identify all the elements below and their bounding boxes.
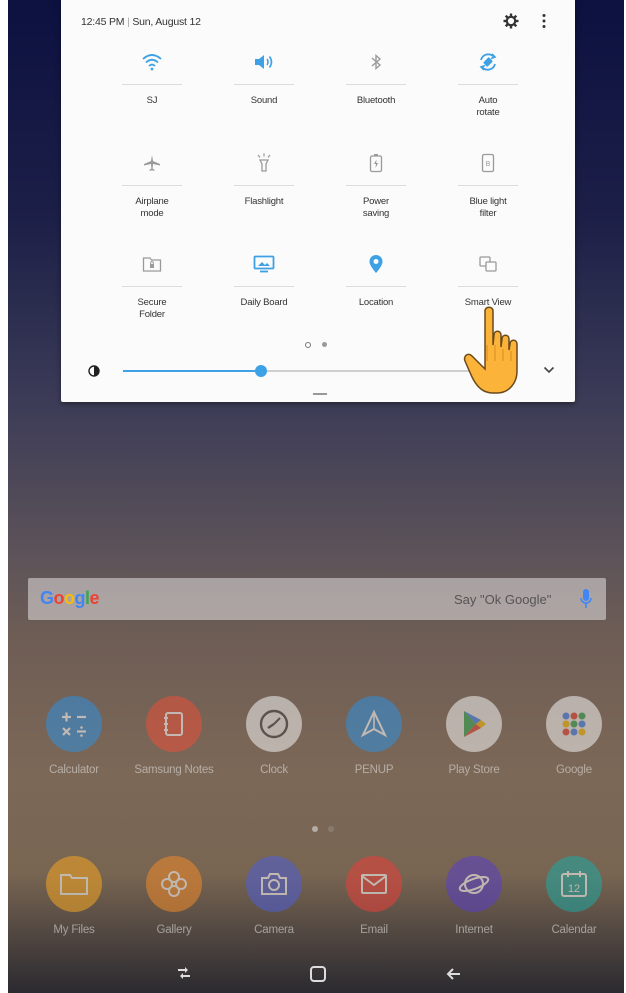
- play-store-icon: [464, 711, 486, 737]
- brightness-slider-fill: [123, 370, 262, 372]
- app-label: Internet: [455, 924, 493, 936]
- camera-icon: [261, 873, 287, 895]
- tile-label: Flashlight: [244, 196, 284, 207]
- status-time: 12:45 PM: [81, 16, 125, 28]
- tile-label: Sound: [250, 95, 278, 106]
- clock-icon: [259, 709, 289, 739]
- home-page-indicator: [312, 826, 342, 834]
- notes-icon: [164, 712, 183, 736]
- brightness-slider-thumb[interactable]: [255, 365, 268, 377]
- device-screen: 12:45 PM | Sun, August 12 SJ Sound Bluet…: [8, 0, 624, 993]
- email-icon: [361, 874, 387, 894]
- app-label: Google: [556, 764, 592, 776]
- daily-board-icon: [253, 255, 275, 273]
- quick-settings-grid: SJ Sound Bluetooth Auto rotate Airplane …: [96, 38, 546, 338]
- recent-apps-icon[interactable]: [174, 965, 194, 983]
- tile-sound[interactable]: Sound: [208, 38, 320, 139]
- wifi-icon: [142, 54, 162, 71]
- tile-secure-folder[interactable]: Secure Folder: [96, 240, 208, 341]
- tap-hand-icon: [463, 306, 518, 394]
- blue-light-icon: B: [481, 153, 495, 173]
- app-label: Email: [360, 924, 388, 936]
- location-icon: [369, 255, 383, 273]
- tile-airplane-mode[interactable]: Airplane mode: [96, 139, 208, 240]
- tile-blue-light-filter[interactable]: B Blue light filter: [432, 139, 544, 240]
- smart-view-icon: [479, 256, 497, 272]
- calendar-icon: 12: [561, 871, 587, 897]
- app-row-2: My Files Gallery Camera Email Internet 1…: [28, 856, 608, 966]
- google-logo: Google: [40, 588, 100, 608]
- tile-location[interactable]: Location: [320, 240, 432, 341]
- app-label: Calendar: [551, 924, 597, 936]
- power-saving-icon: [369, 154, 383, 173]
- svg-text:12: 12: [568, 883, 580, 895]
- app-label: Calculator: [49, 764, 99, 776]
- penup-icon: [360, 709, 388, 738]
- internet-icon: [458, 874, 490, 894]
- tile-label: Bluetooth: [356, 95, 396, 106]
- tile-label: Daily Board: [240, 297, 288, 308]
- tile-wifi[interactable]: SJ: [96, 38, 208, 139]
- svg-text:B: B: [486, 161, 491, 168]
- tile-flashlight[interactable]: Flashlight: [208, 139, 320, 240]
- tile-label: Blue light filter: [469, 196, 507, 219]
- google-folder-icon: [562, 712, 586, 736]
- brightness-icon: [88, 365, 100, 377]
- tile-daily-board[interactable]: Daily Board: [208, 240, 320, 341]
- tile-label: Location: [358, 297, 394, 308]
- tile-label: SJ: [146, 95, 158, 106]
- tile-auto-rotate[interactable]: Auto rotate: [432, 38, 544, 139]
- tile-bluetooth[interactable]: Bluetooth: [320, 38, 432, 139]
- app-label: PENUP: [354, 764, 394, 776]
- more-options-icon[interactable]: [541, 13, 547, 29]
- navigation-bar: [8, 953, 624, 993]
- calculator-icon: [62, 712, 86, 737]
- microphone-icon[interactable]: [580, 588, 592, 610]
- folder-icon: [60, 874, 88, 895]
- status-datetime: 12:45 PM | Sun, August 12: [81, 16, 201, 28]
- back-arrow-icon[interactable]: [444, 965, 464, 983]
- app-label: My Files: [53, 924, 95, 936]
- tile-power-saving[interactable]: Power saving: [320, 139, 432, 240]
- app-row-1: Calculator Samsung Notes Clock PENUP Pla…: [28, 696, 608, 806]
- secure-folder-icon: [142, 257, 162, 272]
- panel-page-indicator: [305, 341, 333, 349]
- tile-label: Power saving: [362, 196, 390, 219]
- bluetooth-icon: [371, 53, 382, 71]
- gear-icon[interactable]: [503, 13, 519, 29]
- panel-drag-handle[interactable]: [313, 393, 327, 395]
- airplane-icon: [144, 155, 160, 171]
- tile-label: Airplane mode: [135, 196, 169, 219]
- app-label: Play Store: [448, 764, 500, 776]
- auto-rotate-icon: [479, 53, 497, 71]
- search-hint: Say "Ok Google": [454, 592, 552, 607]
- status-date: Sun, August 12: [132, 16, 201, 28]
- google-search-bar[interactable]: Google Say "Ok Google": [28, 578, 606, 620]
- app-label: Samsung Notes: [134, 764, 214, 776]
- tile-label: Auto rotate: [476, 95, 500, 118]
- gallery-icon: [161, 871, 187, 897]
- app-label: Camera: [254, 924, 294, 936]
- app-label: Clock: [260, 764, 288, 776]
- tile-label: Secure Folder: [137, 297, 167, 320]
- home-button-icon[interactable]: [308, 965, 328, 983]
- flashlight-icon: [257, 153, 271, 172]
- sound-icon: [255, 55, 273, 69]
- chevron-down-icon[interactable]: [543, 365, 555, 375]
- quick-settings-panel: 12:45 PM | Sun, August 12 SJ Sound Bluet…: [61, 0, 575, 402]
- app-label: Gallery: [156, 924, 192, 936]
